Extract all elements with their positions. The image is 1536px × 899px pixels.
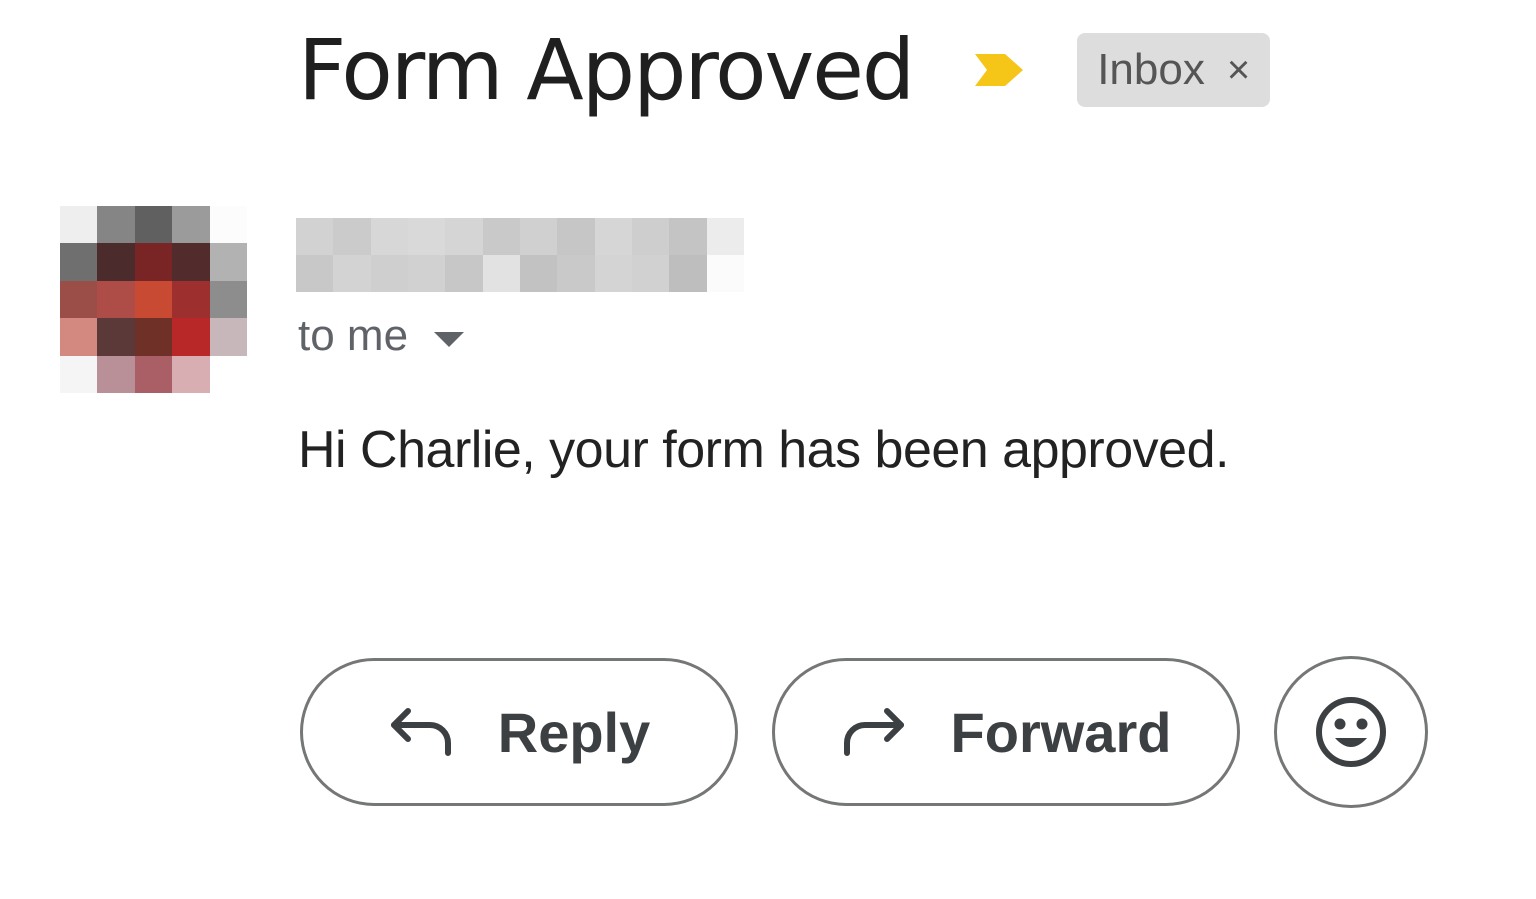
sender-name-redacted <box>296 218 744 292</box>
emoji-reaction-button[interactable] <box>1274 656 1428 808</box>
email-subject: Form Approved <box>298 21 915 119</box>
remove-label-icon[interactable]: × <box>1227 48 1250 93</box>
email-body: Hi Charlie, your form has been approved. <box>298 421 1229 479</box>
avatar[interactable] <box>60 206 247 393</box>
reply-button[interactable]: Reply <box>300 658 738 806</box>
caret-down-icon <box>434 331 465 347</box>
message-actions: Reply Forward <box>300 656 1428 808</box>
recipients-dropdown[interactable]: to me <box>298 308 465 364</box>
label-chip-text: Inbox <box>1097 45 1205 94</box>
reply-icon <box>388 707 454 757</box>
smiley-icon <box>1316 697 1386 767</box>
importance-marker-icon[interactable] <box>971 48 1031 92</box>
label-chip-inbox[interactable]: Inbox × <box>1077 33 1271 107</box>
reply-label: Reply <box>497 700 651 764</box>
subject-row: Form Approved Inbox × <box>298 18 1271 122</box>
forward-button[interactable]: Forward <box>772 658 1240 806</box>
recipients-text: to me <box>298 311 409 360</box>
forward-label: Forward <box>950 700 1172 764</box>
forward-icon <box>841 707 907 757</box>
